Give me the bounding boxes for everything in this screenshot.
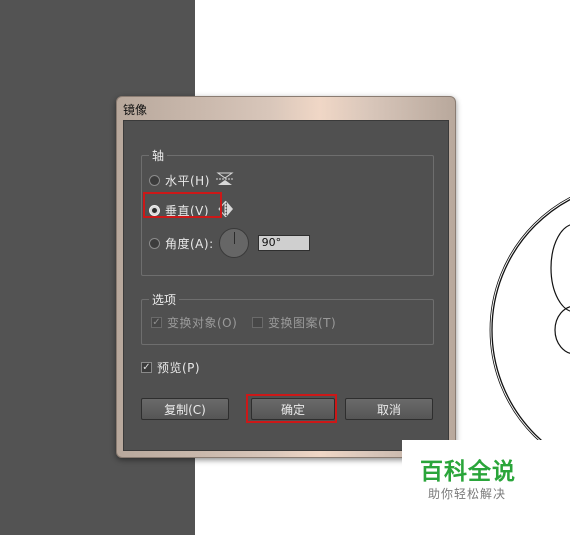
preview-option[interactable]: ✓ 预览(P)	[141, 359, 200, 376]
vertical-highlight-box	[143, 192, 222, 218]
mirror-dialog: 镜像 轴 水平(H) 垂直(V) 角度(A): 90° 选项 ✓ 变换对象(O)…	[116, 96, 456, 458]
angle-input[interactable]: 90°	[257, 235, 310, 251]
transform-objects-label: 变换对象(O)	[167, 316, 238, 330]
transform-patterns-checkbox[interactable]	[252, 317, 263, 328]
transform-patterns-option[interactable]: 变换图案(T)	[252, 314, 336, 331]
angle-dial-icon[interactable]	[218, 228, 249, 258]
watermark-title: 百科全说	[420, 459, 516, 485]
preview-label: 预览(P)	[157, 361, 201, 375]
watermark-subtitle: 助你轻松解决	[428, 487, 507, 501]
transform-objects-option[interactable]: ✓ 变换对象(O)	[151, 314, 237, 331]
check-icon: ✓	[152, 316, 161, 328]
cancel-button[interactable]: 取消	[345, 398, 433, 420]
angle-label: 角度(A):	[165, 236, 214, 251]
horizontal-reflect-icon	[215, 172, 235, 189]
dialog-body: 轴 水平(H) 垂直(V) 角度(A): 90° 选项 ✓ 变换对象(O) 变换…	[123, 120, 449, 451]
options-legend: 选项	[149, 291, 180, 308]
angle-radio[interactable]	[149, 237, 160, 249]
angle-row: 角度(A): 90°	[149, 228, 310, 258]
dialog-title: 镜像	[123, 103, 148, 117]
watermark: 百科全说 助你轻松解决	[402, 440, 570, 535]
horizontal-label: 水平(H)	[165, 174, 210, 188]
transform-objects-checkbox[interactable]: ✓	[151, 317, 162, 328]
axis-legend: 轴	[149, 147, 168, 164]
preview-checkbox[interactable]: ✓	[141, 362, 152, 373]
copy-button[interactable]: 复制(C)	[141, 398, 229, 420]
transform-patterns-label: 变换图案(T)	[268, 316, 337, 330]
check-icon: ✓	[142, 361, 151, 373]
ok-highlight-box	[246, 394, 337, 423]
horizontal-option[interactable]: 水平(H)	[149, 172, 235, 189]
horizontal-radio[interactable]	[149, 175, 160, 186]
